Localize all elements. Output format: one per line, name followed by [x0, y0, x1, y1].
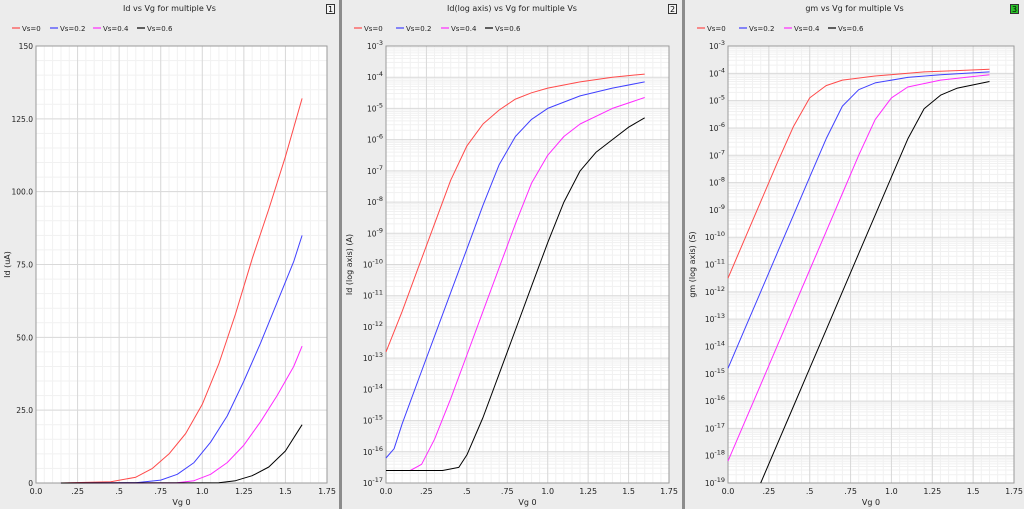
y-tick-label: 25.0 — [16, 406, 33, 415]
y-tick-label: 10-3 — [367, 39, 383, 51]
y-tick-label: 10-13 — [705, 312, 725, 324]
x-tick-label: 0.0 — [380, 487, 393, 496]
x-tick-label: 1.25 — [923, 487, 941, 496]
y-tick-label: 10-14 — [705, 339, 725, 351]
legend-label: Vs=0.4 — [794, 25, 820, 33]
x-tick-label: .25 — [420, 487, 433, 496]
y-tick-label: 10-14 — [363, 382, 383, 394]
y-tick-label: 10-9 — [709, 203, 725, 215]
y-tick-label: 10-11 — [705, 258, 725, 270]
y-tick-label: 125.0 — [12, 115, 34, 124]
y-tick-label: 10-5 — [367, 101, 383, 113]
x-tick-label: .25 — [71, 487, 84, 496]
chart-id-log[interactable]: 0.0 .25 .5 .75 1.0 1.25 1.5 1.75 10-3 10-4 10-5 10-… — [342, 0, 682, 509]
x-axis-label: Vg 0 — [862, 498, 880, 507]
y-tick-label: 10-7 — [367, 164, 383, 176]
y-tick-label: 10-12 — [705, 285, 725, 297]
y-tick-label: 50.0 — [16, 333, 33, 342]
x-tick-label: 1.25 — [579, 487, 597, 496]
y-tick-label: 75.0 — [16, 261, 33, 270]
y-tick-label: 10-4 — [367, 70, 383, 82]
x-tick-label: .75 — [501, 487, 514, 496]
legend-label: Vs=0.2 — [749, 25, 774, 33]
y-tick-label: 10-6 — [367, 133, 383, 145]
legend-label: Vs=0.6 — [147, 25, 173, 33]
x-tick-label: 1.0 — [541, 487, 554, 496]
y-tick-label: 0 — [28, 479, 33, 488]
y-tick-label: 10-16 — [363, 445, 383, 457]
x-tick-label: 1.75 — [1005, 487, 1023, 496]
legend-label: Vs=0.2 — [406, 25, 431, 33]
y-tick-label: 10-5 — [709, 94, 725, 106]
y-tick-label: 10-3 — [709, 39, 725, 51]
chart-gm-log[interactable]: 0.0 .25 .5 .75 1.0 1.25 1.5 1.75 10-3 10-4 10-5 10-… — [685, 0, 1024, 509]
y-tick-label: 10-15 — [705, 367, 725, 379]
y-tick-label: 10-11 — [363, 289, 383, 301]
legend-label: Vs=0 — [364, 25, 383, 33]
chart-panel-2: Id(log axis) vs Vg for multiple Vs 2 0.0… — [342, 0, 682, 509]
x-tick-label: .5 — [806, 487, 814, 496]
y-tick-label: 10-9 — [367, 226, 383, 238]
y-tick-label: 10-18 — [705, 449, 725, 461]
x-tick-label: .5 — [463, 487, 471, 496]
y-tick-label: 10-16 — [705, 394, 725, 406]
legend-label: Vs=0.6 — [495, 25, 521, 33]
y-tick-label: 10-15 — [363, 414, 383, 426]
x-tick-label: 1.5 — [622, 487, 635, 496]
legend-label: Vs=0.4 — [103, 25, 129, 33]
legend-label: Vs=0 — [707, 25, 726, 33]
y-tick-label: 10-8 — [367, 195, 383, 207]
x-axis-label: Vg 0 — [518, 498, 536, 507]
y-tick-label: 150 — [19, 42, 34, 51]
y-tick-label: 10-6 — [709, 121, 725, 133]
legend-label: Vs=0.6 — [838, 25, 864, 33]
x-tick-label: 1.25 — [235, 487, 253, 496]
y-tick-label: 10-17 — [705, 421, 725, 433]
y-tick-label: 10-12 — [363, 320, 383, 332]
legend-label: Vs=0 — [22, 25, 41, 33]
y-tick-label: 10-4 — [709, 66, 725, 78]
x-tick-label: .5 — [115, 487, 123, 496]
x-tick-label: .75 — [844, 487, 857, 496]
x-tick-label: 1.75 — [660, 487, 678, 496]
y-axis-label: Id (uA) — [3, 251, 12, 278]
x-tick-label: .25 — [762, 487, 775, 496]
chart-panel-1: Id vs Vg for multiple Vs 1 0.0.25.5.75 1.… — [0, 0, 339, 509]
legend-label: Vs=0.2 — [60, 25, 85, 33]
y-axis-label: Id (log axis) (A) — [345, 234, 354, 295]
chart-panel-3: gm vs Vg for multiple Vs 3 0.0.25.5.75 1.… — [685, 0, 1024, 509]
x-tick-label: 1.0 — [885, 487, 898, 496]
y-tick-label: 10-7 — [709, 148, 725, 160]
x-tick-label: 1.5 — [279, 487, 292, 496]
x-tick-label: 1.5 — [967, 487, 980, 496]
y-tick-label: 100.0 — [12, 188, 34, 197]
x-tick-label: 1.0 — [196, 487, 209, 496]
y-axis-label: gm (log axis) (S) — [688, 231, 697, 297]
x-tick-label: 1.75 — [318, 487, 336, 496]
legend-label: Vs=0.4 — [451, 25, 477, 33]
y-tick-label: 10-13 — [363, 351, 383, 363]
x-axis-label: Vg 0 — [172, 498, 190, 507]
x-tick-label: 0.0 — [30, 487, 43, 496]
y-tick-label: 10-8 — [709, 176, 725, 188]
chart-id-linear[interactable]: 0.0 .25 .5 .75 1.0 1.25 1.5 1.75 0 25.0 50.0 75.0 10… — [0, 0, 339, 509]
x-tick-label: 0.0 — [722, 487, 735, 496]
x-tick-label: .75 — [154, 487, 167, 496]
y-tick-label: 10-10 — [363, 258, 383, 270]
y-tick-label: 10-10 — [705, 230, 725, 242]
